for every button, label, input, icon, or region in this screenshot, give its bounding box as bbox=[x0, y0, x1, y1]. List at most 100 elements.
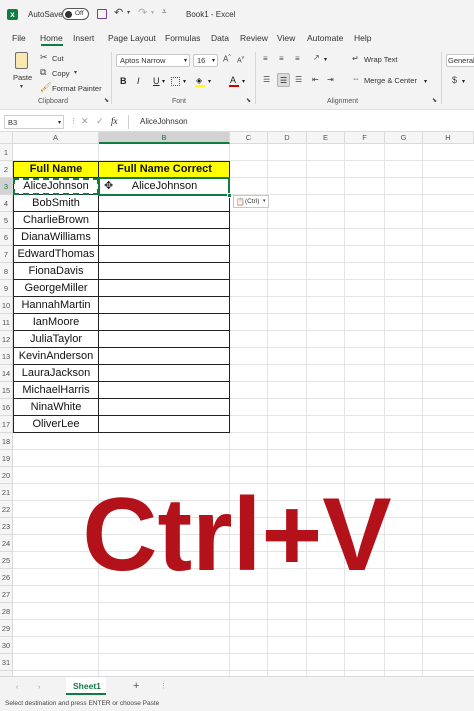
row-header[interactable]: 14 bbox=[0, 365, 13, 382]
row-header[interactable]: 28 bbox=[0, 603, 13, 620]
empty-cell[interactable] bbox=[99, 365, 230, 382]
underline-dropdown-icon[interactable]: ▾ bbox=[162, 78, 165, 85]
cut-label[interactable]: Cut bbox=[52, 54, 64, 63]
font-color-icon[interactable]: A bbox=[229, 75, 239, 87]
name-cell[interactable]: NinaWhite bbox=[13, 399, 99, 416]
name-cell[interactable]: JuliaTaylor bbox=[13, 331, 99, 348]
row-header[interactable]: 12 bbox=[0, 331, 13, 348]
empty-cell[interactable] bbox=[99, 399, 230, 416]
row-header[interactable]: 29 bbox=[0, 620, 13, 637]
row-header[interactable]: 17 bbox=[0, 416, 13, 433]
font-name-select[interactable]: Aptos Narrow ▾ bbox=[116, 54, 190, 67]
row-header[interactable]: 15 bbox=[0, 382, 13, 399]
empty-cell[interactable] bbox=[99, 263, 230, 280]
wrap-text-icon[interactable]: ↵ bbox=[352, 55, 359, 63]
wrap-text-label[interactable]: Wrap Text bbox=[364, 55, 398, 64]
empty-cell[interactable] bbox=[99, 195, 230, 212]
more-icon[interactable]: ⋮ bbox=[70, 118, 77, 125]
empty-cell[interactable] bbox=[99, 229, 230, 246]
row-header[interactable]: 3 bbox=[0, 178, 13, 195]
merge-dropdown-icon[interactable]: ▾ bbox=[424, 78, 427, 85]
undo-icon[interactable]: ↶ bbox=[114, 8, 123, 19]
insert-function-button[interactable]: fx bbox=[111, 116, 118, 126]
alignment-launcher-icon[interactable]: ⬊ bbox=[432, 98, 437, 104]
column-header[interactable]: D bbox=[268, 132, 307, 144]
redo-dropdown-icon[interactable]: ▾ bbox=[151, 10, 154, 16]
borders-dropdown-icon[interactable]: ▾ bbox=[183, 78, 186, 85]
undo-dropdown-icon[interactable]: ▾ bbox=[127, 10, 130, 16]
empty-cell[interactable] bbox=[99, 416, 230, 433]
name-cell[interactable]: MichaelHarris bbox=[13, 382, 99, 399]
paste-options-button[interactable]: 📋 (Ctrl) ▾ bbox=[233, 195, 269, 208]
name-cell[interactable]: KevinAnderson bbox=[13, 348, 99, 365]
redo-icon[interactable]: ↷ bbox=[138, 8, 147, 19]
row-header[interactable]: 18 bbox=[0, 433, 13, 450]
worksheet-grid[interactable]: ABCDEFGH 1 2 3 4 5 6 7 8 9 10 11 12 13 14 15 16 17 18 19 20… bbox=[0, 132, 474, 688]
row-header[interactable]: 8 bbox=[0, 263, 13, 280]
name-cell[interactable]: OliverLee bbox=[13, 416, 99, 433]
row-header[interactable]: 5 bbox=[0, 212, 13, 229]
name-cell[interactable]: CharlieBrown bbox=[13, 212, 99, 229]
formula-input[interactable]: AliceJohnson bbox=[140, 117, 188, 126]
row-header[interactable]: 10 bbox=[0, 297, 13, 314]
name-cell[interactable]: LauraJackson bbox=[13, 365, 99, 382]
tab-view[interactable]: View bbox=[277, 33, 295, 43]
align-top-icon[interactable]: ≡ bbox=[263, 55, 268, 63]
empty-cell[interactable] bbox=[99, 382, 230, 399]
align-center-button[interactable]: ☰ bbox=[277, 73, 290, 87]
font-color-dropdown-icon[interactable]: ▾ bbox=[242, 78, 245, 85]
tab-insert[interactable]: Insert bbox=[73, 33, 94, 43]
empty-cell[interactable] bbox=[99, 314, 230, 331]
font-launcher-icon[interactable]: ⬊ bbox=[246, 98, 251, 104]
column-header[interactable]: H bbox=[423, 132, 474, 144]
row-header[interactable]: 30 bbox=[0, 637, 13, 654]
row-header[interactable]: 6 bbox=[0, 229, 13, 246]
font-size-select[interactable]: 16 ▾ bbox=[193, 54, 218, 67]
fill-color-icon[interactable]: ◈ bbox=[195, 76, 205, 87]
merge-center-label[interactable]: Merge & Center bbox=[364, 76, 417, 85]
row-header[interactable]: 31 bbox=[0, 654, 13, 671]
empty-cell[interactable] bbox=[99, 348, 230, 365]
row-header[interactable]: 16 bbox=[0, 399, 13, 416]
sheet-options-icon[interactable]: ⋮ bbox=[160, 683, 167, 690]
tab-home[interactable]: Home bbox=[40, 33, 63, 43]
tab-automate[interactable]: Automate bbox=[307, 33, 343, 43]
underline-button[interactable]: U bbox=[153, 76, 160, 86]
bold-button[interactable]: B bbox=[120, 76, 127, 86]
tab-help[interactable]: Help bbox=[354, 33, 371, 43]
format-painter-icon[interactable]: 🖌 bbox=[40, 83, 51, 92]
row-header[interactable]: 2 bbox=[0, 161, 13, 178]
fill-handle[interactable] bbox=[227, 193, 232, 198]
increase-indent-icon[interactable]: ⇥ bbox=[327, 76, 334, 84]
row-header[interactable]: 7 bbox=[0, 246, 13, 263]
align-left-icon[interactable]: ☰ bbox=[263, 76, 270, 84]
align-right-icon[interactable]: ☰ bbox=[295, 76, 302, 84]
italic-button[interactable]: I bbox=[137, 76, 140, 86]
tab-file[interactable]: File bbox=[12, 33, 26, 43]
scroll-right-icon[interactable]: › bbox=[38, 684, 40, 691]
format-painter-label[interactable]: Format Painter bbox=[52, 84, 102, 93]
decrease-font-icon[interactable]: Av bbox=[237, 56, 244, 65]
column-header[interactable]: F bbox=[345, 132, 385, 144]
empty-cell[interactable] bbox=[99, 280, 230, 297]
name-box[interactable]: B3 ▾ bbox=[4, 115, 64, 129]
tab-page-layout[interactable]: Page Layout bbox=[108, 33, 156, 43]
enter-icon[interactable]: ✓ bbox=[96, 117, 104, 126]
merge-center-icon[interactable]: ⇔ bbox=[352, 75, 360, 83]
column-header[interactable]: G bbox=[385, 132, 423, 144]
autosave-toggle[interactable]: Off bbox=[62, 8, 89, 20]
align-bottom-icon[interactable]: ≡ bbox=[295, 55, 300, 63]
decrease-indent-icon[interactable]: ⇤ bbox=[312, 76, 319, 84]
tab-formulas[interactable]: Formulas bbox=[165, 33, 200, 43]
column-header[interactable]: E bbox=[307, 132, 345, 144]
increase-font-icon[interactable]: A^ bbox=[223, 55, 231, 64]
row-header[interactable]: 1 bbox=[0, 144, 13, 161]
empty-cell[interactable] bbox=[99, 212, 230, 229]
empty-cell[interactable] bbox=[99, 331, 230, 348]
tab-review[interactable]: Review bbox=[240, 33, 268, 43]
align-middle-icon[interactable]: ≡ bbox=[279, 55, 284, 63]
cancel-icon[interactable]: ✕ bbox=[81, 117, 89, 126]
save-icon[interactable] bbox=[97, 9, 107, 19]
add-sheet-button[interactable]: + bbox=[133, 680, 139, 692]
name-cell[interactable]: FionaDavis bbox=[13, 263, 99, 280]
